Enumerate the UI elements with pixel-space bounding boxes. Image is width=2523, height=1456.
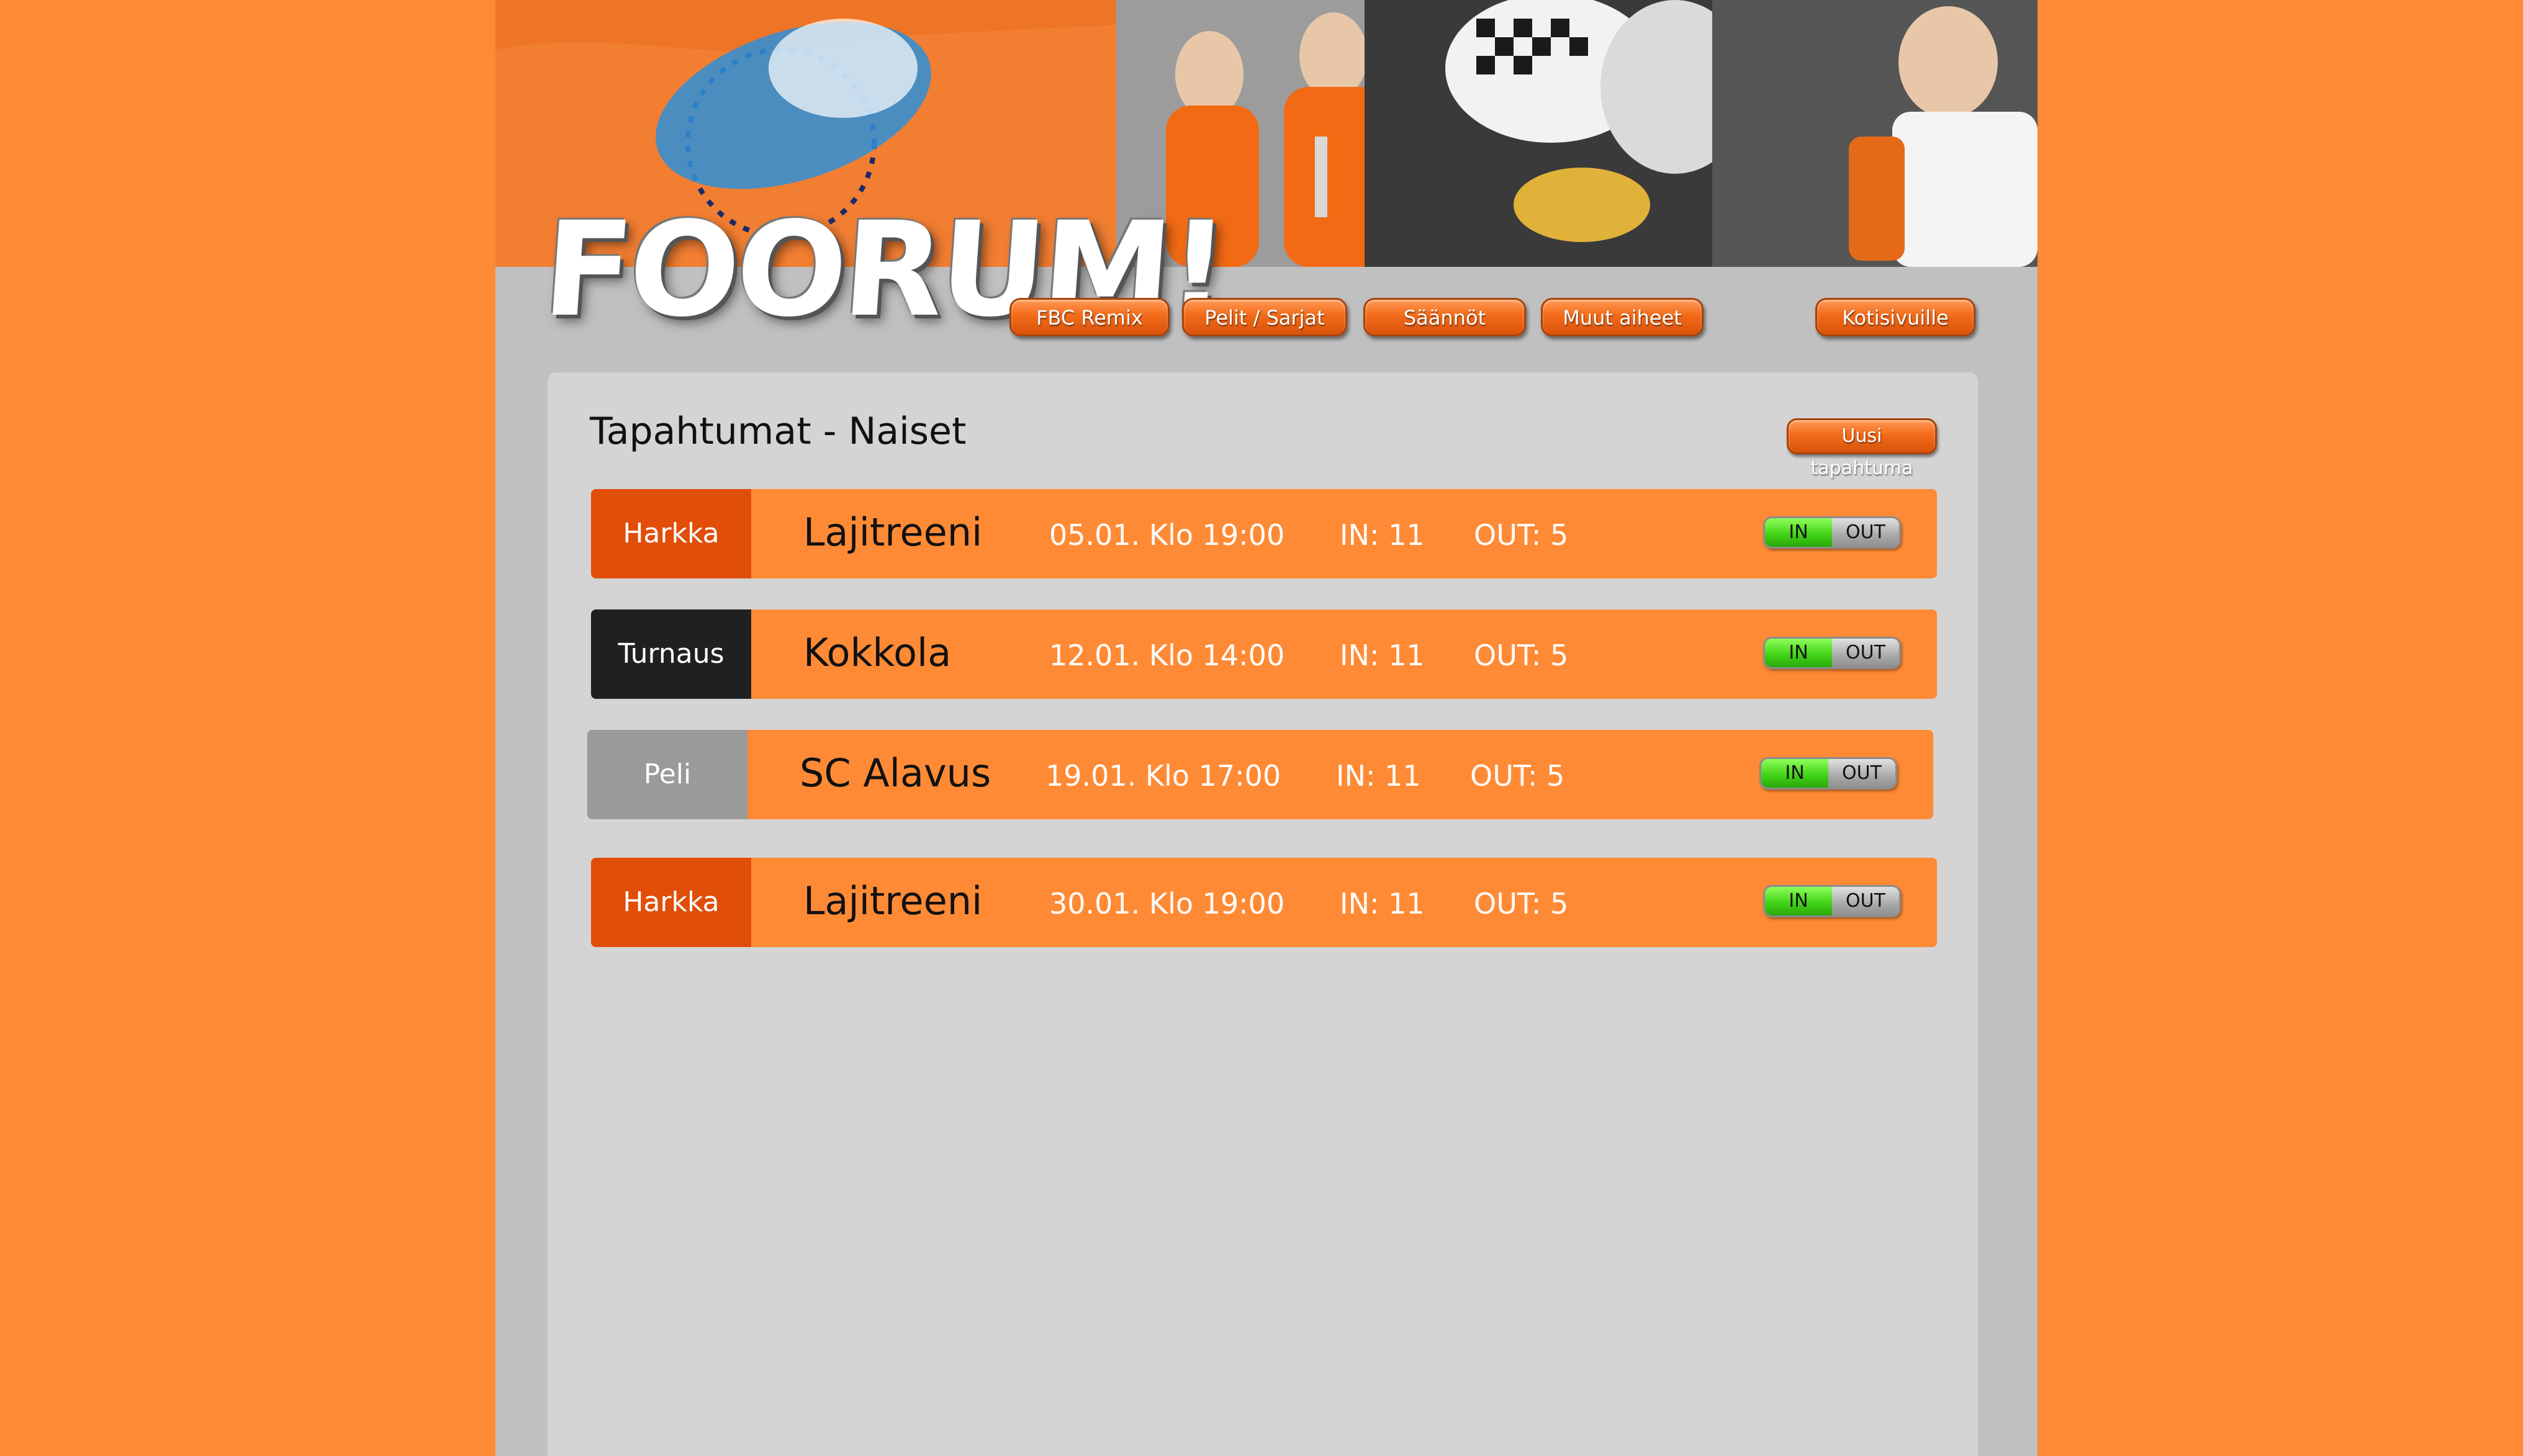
attendance-toggle[interactable]: IN OUT xyxy=(1763,516,1901,549)
event-type-badge: Harkka xyxy=(591,489,751,578)
event-name[interactable]: Lajitreeni xyxy=(803,858,982,947)
nav-kotisivuille-button[interactable]: Kotisivuille xyxy=(1815,298,1975,336)
toggle-in-button[interactable]: IN xyxy=(1765,639,1832,667)
event-row[interactable]: Turnaus Kokkola 12.01. Klo 14:00 IN: 11 … xyxy=(591,609,1937,699)
toggle-out-button[interactable]: OUT xyxy=(1832,639,1899,667)
toggle-out-button[interactable]: OUT xyxy=(1828,759,1895,788)
toggle-out-button[interactable]: OUT xyxy=(1832,887,1899,915)
event-out-count: OUT: 5 xyxy=(1474,887,1569,920)
attendance-toggle[interactable]: IN OUT xyxy=(1763,885,1901,917)
event-type-badge: Harkka xyxy=(591,858,751,947)
event-type-badge: Peli xyxy=(587,730,747,819)
event-out-count: OUT: 5 xyxy=(1474,518,1569,552)
nav-fbc-remix-button[interactable]: FBC Remix xyxy=(1009,298,1170,336)
site-column: FOORUM! FBC Remix Pelit / Sarjat Säännöt… xyxy=(495,0,2038,1456)
toggle-out-button[interactable]: OUT xyxy=(1832,518,1899,547)
event-row[interactable]: Harkka Lajitreeni 30.01. Klo 19:00 IN: 1… xyxy=(591,858,1937,947)
event-date: 19.01. Klo 17:00 xyxy=(1045,759,1281,793)
event-name[interactable]: Kokkola xyxy=(803,609,951,699)
event-date: 30.01. Klo 19:00 xyxy=(1049,887,1285,920)
event-out-count: OUT: 5 xyxy=(1470,759,1565,793)
event-type-badge: Turnaus xyxy=(591,609,751,699)
event-in-count: IN: 11 xyxy=(1340,518,1425,552)
event-in-count: IN: 11 xyxy=(1340,887,1425,920)
attendance-toggle[interactable]: IN OUT xyxy=(1763,637,1901,669)
event-date: 12.01. Klo 14:00 xyxy=(1049,639,1285,672)
event-in-count: IN: 11 xyxy=(1336,759,1421,793)
nav-muut-aiheet-button[interactable]: Muut aiheet xyxy=(1541,298,1704,336)
attendance-toggle[interactable]: IN OUT xyxy=(1759,757,1897,789)
toggle-in-button[interactable]: IN xyxy=(1761,759,1828,788)
nav-pelit-sarjat-button[interactable]: Pelit / Sarjat xyxy=(1182,298,1347,336)
event-name[interactable]: Lajitreeni xyxy=(803,489,982,578)
events-panel: Tapahtumat - Naiset Uusi tapahtuma Harkk… xyxy=(548,372,1978,1456)
nav-saannot-button[interactable]: Säännöt xyxy=(1363,298,1526,336)
new-event-button[interactable]: Uusi tapahtuma xyxy=(1787,418,1937,479)
event-row[interactable]: Harkka Lajitreeni 05.01. Klo 19:00 IN: 1… xyxy=(591,489,1937,578)
page-title: Tapahtumat - Naiset xyxy=(590,410,967,453)
event-name[interactable]: SC Alavus xyxy=(800,730,991,819)
toggle-in-button[interactable]: IN xyxy=(1765,518,1832,547)
toggle-in-button[interactable]: IN xyxy=(1765,887,1832,915)
event-date: 05.01. Klo 19:00 xyxy=(1049,518,1285,552)
event-row[interactable]: Peli SC Alavus 19.01. Klo 17:00 IN: 11 O… xyxy=(587,730,1933,819)
event-out-count: OUT: 5 xyxy=(1474,639,1569,672)
event-in-count: IN: 11 xyxy=(1340,639,1425,672)
